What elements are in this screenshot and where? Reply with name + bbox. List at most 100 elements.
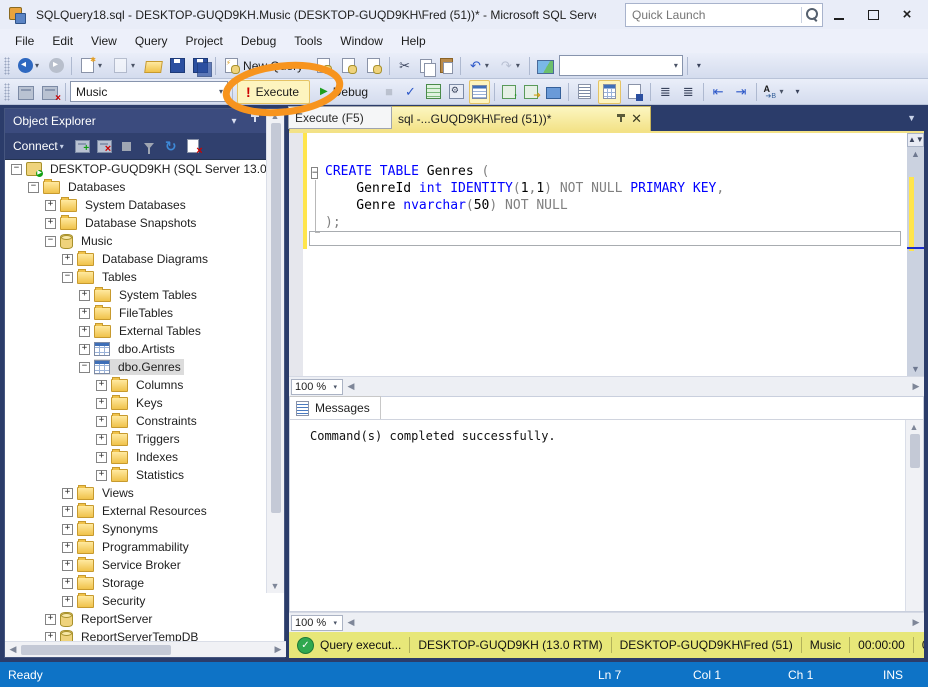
toolbar-combo[interactable]: ▾ <box>559 55 683 76</box>
tree-node-triggers[interactable]: +Triggers <box>5 430 284 448</box>
collapse-icon[interactable]: − <box>79 362 90 373</box>
tree-node-content[interactable]: Databases <box>43 179 128 195</box>
code-line[interactable]: −CREATE TABLE Genres ( <box>311 163 724 180</box>
redo-button-dropdown-icon[interactable]: ▾ <box>514 61 522 70</box>
scrollbar-thumb[interactable] <box>910 434 920 468</box>
expand-icon[interactable]: + <box>62 560 73 571</box>
refresh-button[interactable]: ↻ <box>160 136 182 156</box>
menu-view[interactable]: View <box>82 31 126 51</box>
scroll-up-icon[interactable]: ▲ <box>267 111 283 121</box>
editor-horizontal-scrollbar[interactable]: ◀ ▶ <box>343 381 924 392</box>
tab-list-dropdown-icon[interactable]: ▼ <box>907 113 916 123</box>
tree-node-synonyms[interactable]: +Synonyms <box>5 520 284 538</box>
code-text[interactable]: −CREATE TABLE Genres ( GenreId int IDENT… <box>311 146 724 231</box>
tree-node-content[interactable]: External Resources <box>77 503 210 519</box>
tree-node-content[interactable]: dbo.Genres <box>94 359 184 375</box>
tree-node-content[interactable]: ReportServer <box>60 611 155 627</box>
tree-node-music[interactable]: −Music <box>5 232 284 250</box>
tree-node-database-snapshots[interactable]: +Database Snapshots <box>5 214 284 232</box>
undo-button-dropdown-icon[interactable]: ▾ <box>483 61 491 70</box>
quick-launch-input[interactable] <box>626 8 801 22</box>
pin-button[interactable] <box>244 114 264 128</box>
expand-icon[interactable]: + <box>96 398 107 409</box>
tree-node-external-resources[interactable]: + External Resources <box>5 502 284 520</box>
tree-node-external-tables[interactable]: + External Tables <box>5 322 284 340</box>
messages-tab[interactable]: Messages <box>290 396 381 419</box>
code-line[interactable] <box>311 146 724 163</box>
tree-node-filetables[interactable]: +FileTables <box>5 304 284 322</box>
tree-node-content[interactable]: DESKTOP-GUQD9KH (SQL Server 13.0.160 <box>26 161 284 177</box>
tab-pin-icon[interactable] <box>616 114 625 125</box>
tree-node-content[interactable]: Columns <box>111 377 186 393</box>
tree-horizontal-scrollbar[interactable]: ◀ ▶ <box>5 641 286 657</box>
tree-node-content[interactable]: Indexes <box>111 449 181 465</box>
code-line[interactable]: ); <box>311 214 724 231</box>
tree-node-security[interactable]: +Security <box>5 592 284 610</box>
expand-icon[interactable]: + <box>62 578 73 589</box>
intellisense-button[interactable] <box>469 80 490 104</box>
scrollbar-thumb[interactable] <box>21 645 171 655</box>
execute-button[interactable]: !Execute <box>237 80 310 104</box>
tab-close-icon[interactable]: ✕ <box>631 111 642 127</box>
tree-node-system-databases[interactable]: +System Databases <box>5 196 284 214</box>
scroll-right-icon[interactable]: ▶ <box>270 644 286 655</box>
tree-node-content[interactable]: Triggers <box>111 431 183 447</box>
tree-node-content[interactable]: Views <box>77 485 137 501</box>
code-line[interactable]: Genre nvarchar(50) NOT NULL <box>311 197 724 214</box>
script-button[interactable] <box>182 136 204 156</box>
change-case-button-dropdown-icon[interactable]: ▾ <box>778 87 786 96</box>
expand-icon[interactable]: + <box>79 344 90 355</box>
tree-node-content[interactable]: Database Diagrams <box>77 251 211 267</box>
collapse-icon[interactable]: − <box>45 236 56 247</box>
undo-button[interactable]: ↶▾ <box>465 54 494 78</box>
tree-node-service-broker[interactable]: + Service Broker <box>5 556 284 574</box>
expand-icon[interactable]: + <box>96 416 107 427</box>
tree-node-storage[interactable]: +Storage <box>5 574 284 592</box>
debug-button[interactable]: ▶Debug <box>312 80 378 104</box>
tree-node-content[interactable]: External Tables <box>94 323 204 339</box>
toolbar2-overflow-button[interactable]: ▾ <box>791 80 805 104</box>
tree-node-reportserver[interactable]: +ReportServer <box>5 610 284 628</box>
scroll-right-icon[interactable]: ▶ <box>908 617 924 628</box>
expand-icon[interactable]: + <box>79 326 90 337</box>
menu-query[interactable]: Query <box>126 31 177 51</box>
expand-icon[interactable]: + <box>96 380 107 391</box>
minimize-button[interactable] <box>822 2 856 28</box>
scroll-left-icon[interactable]: ◀ <box>343 617 359 628</box>
expand-icon[interactable]: + <box>62 596 73 607</box>
nav-backward-button-dropdown-icon[interactable]: ▾ <box>33 61 41 70</box>
new-dmx-query-button[interactable] <box>337 54 360 78</box>
scroll-down-icon[interactable]: ▼ <box>267 581 283 591</box>
menu-file[interactable]: File <box>6 31 43 51</box>
add-item-button-dropdown-icon[interactable]: ▾ <box>129 61 137 70</box>
search-icon[interactable] <box>802 5 822 25</box>
toolbar-combo-dropdown-icon[interactable]: ▾ <box>672 61 680 70</box>
uncomment-button[interactable]: ≣ <box>678 80 699 104</box>
new-project-button[interactable]: ▾ <box>76 54 107 78</box>
tree-vertical-scrollbar[interactable]: ▲ ▼ <box>266 109 284 593</box>
expand-icon[interactable]: + <box>45 218 56 229</box>
new-project-button-dropdown-icon[interactable]: ▾ <box>96 61 104 70</box>
live-query-stats-button[interactable] <box>521 80 541 104</box>
tree-node-content[interactable]: Synonyms <box>77 521 161 537</box>
decrease-indent-button[interactable]: ⇤ <box>708 80 729 104</box>
tree-node-columns[interactable]: + Columns <box>5 376 284 394</box>
nav-backward-button[interactable]: ▾ <box>15 54 44 78</box>
scroll-right-icon[interactable]: ▶ <box>908 381 924 392</box>
expand-icon[interactable]: + <box>62 488 73 499</box>
expand-icon[interactable]: + <box>62 506 73 517</box>
scroll-up-icon[interactable]: ▲ <box>906 422 922 432</box>
scrollbar-thumb[interactable] <box>271 123 281 513</box>
database-combo[interactable]: Music▾ <box>70 81 228 102</box>
tree-node-content[interactable]: Service Broker <box>77 557 184 573</box>
messages-vertical-scrollbar[interactable]: ▲ <box>905 420 923 611</box>
scroll-down-icon[interactable]: ▼ <box>907 362 924 376</box>
scrollbar-track[interactable] <box>907 161 924 346</box>
disconnect-server-button[interactable] <box>94 136 116 156</box>
expand-icon[interactable]: + <box>62 254 73 265</box>
tree-node-content[interactable]: Music <box>60 233 115 249</box>
tree-node-programmability[interactable]: +Programmability <box>5 538 284 556</box>
parse-button[interactable]: ✓ <box>400 80 421 104</box>
tree-node-statistics[interactable]: +Statistics <box>5 466 284 484</box>
tree-node-content[interactable]: Keys <box>111 395 166 411</box>
